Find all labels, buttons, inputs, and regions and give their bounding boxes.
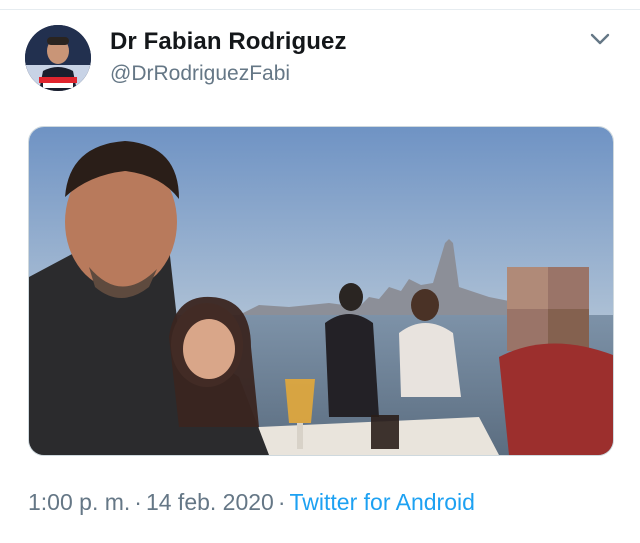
- tweet-photo[interactable]: [28, 126, 614, 456]
- tweet-date[interactable]: 14 feb. 2020: [146, 489, 274, 515]
- top-divider: [0, 0, 640, 10]
- chevron-down-icon[interactable]: [584, 26, 616, 54]
- tweet-source-link[interactable]: Twitter for Android: [290, 489, 475, 515]
- author-display-name[interactable]: Dr Fabian Rodriguez: [110, 28, 347, 56]
- tweet-time[interactable]: 1:00 p. m.: [28, 489, 130, 515]
- meta-separator: ·: [277, 489, 286, 515]
- author-handle[interactable]: @DrRodriguezFabi: [110, 62, 290, 86]
- meta-separator: ·: [134, 489, 142, 515]
- tweet-meta: 1:00 p. m. · 14 feb. 2020 · Twitter for Andr…: [28, 489, 475, 516]
- avatar[interactable]: [25, 25, 91, 91]
